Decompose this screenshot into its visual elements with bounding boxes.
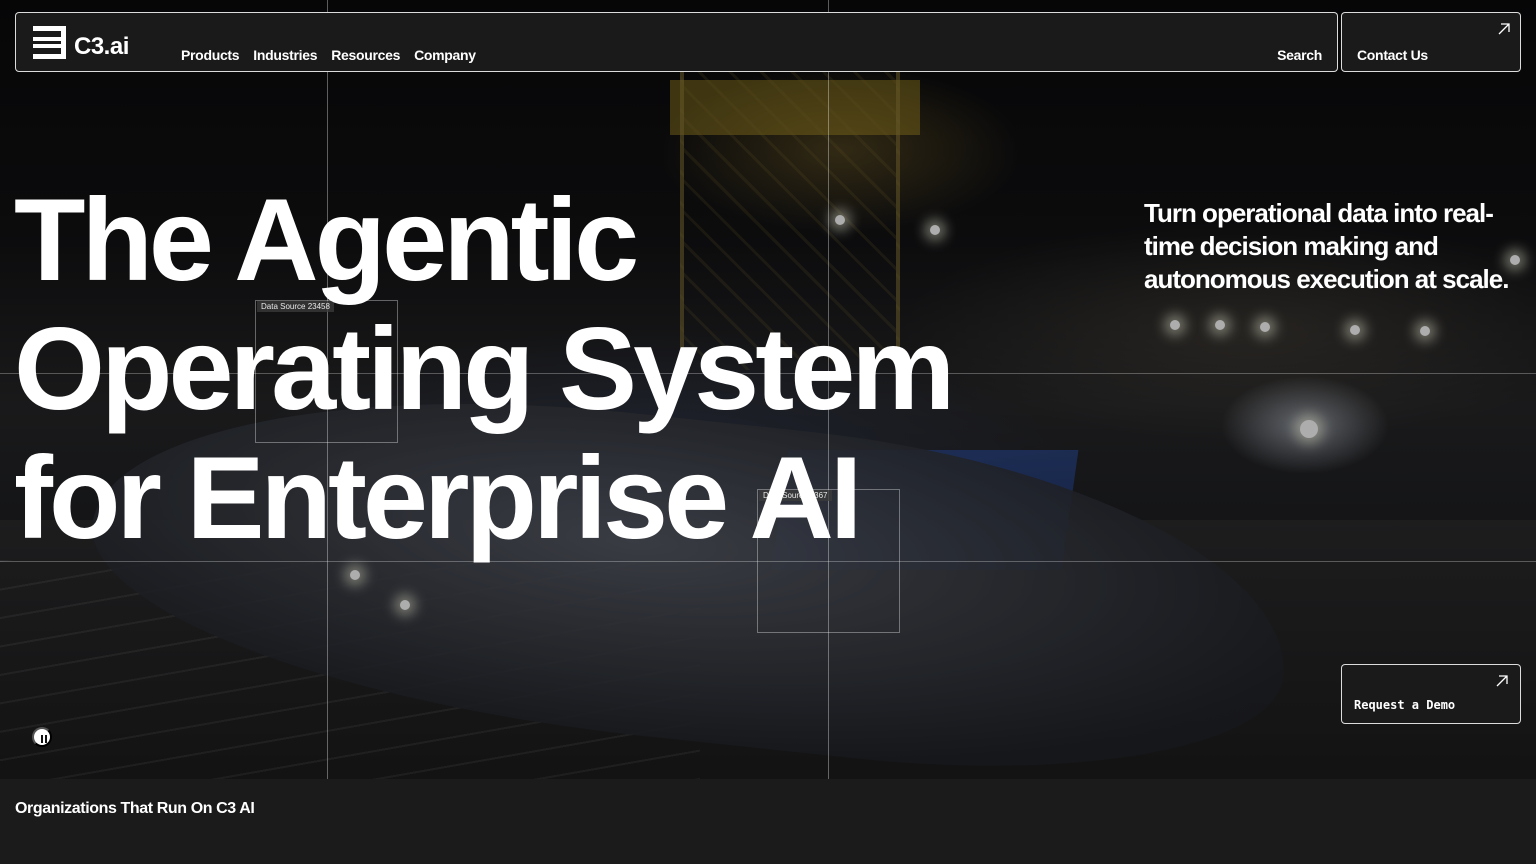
request-demo-button[interactable]: Request a Demo xyxy=(1341,664,1521,724)
c3-logo-icon xyxy=(33,26,66,59)
arrow-up-right-icon xyxy=(1496,675,1508,687)
organizations-title: Organizations That Run On C3 AI xyxy=(15,800,255,817)
request-demo-label: Request a Demo xyxy=(1354,698,1456,712)
nav-resources[interactable]: Resources xyxy=(331,47,400,63)
contact-us-label: Contact Us xyxy=(1357,47,1428,63)
arrow-up-right-icon xyxy=(1498,23,1510,35)
headline-line: The Agentic xyxy=(14,174,639,305)
contact-us-button[interactable]: Contact Us xyxy=(1341,12,1521,72)
headline-line: Operating System xyxy=(14,303,955,434)
nav-bar: C3.ai Products Industries Resources Comp… xyxy=(15,12,1338,72)
hero-subhead: Turn operational data into real-time dec… xyxy=(1144,198,1509,294)
pause-icon[interactable] xyxy=(32,727,52,747)
search-link[interactable]: Search xyxy=(1277,47,1322,63)
primary-nav: Products Industries Resources Company xyxy=(181,47,476,63)
brand-name: C3.ai xyxy=(74,33,129,60)
nav-company[interactable]: Company xyxy=(414,47,476,63)
nav-products[interactable]: Products xyxy=(181,47,240,63)
logo[interactable]: C3.ai xyxy=(31,24,129,61)
headline-line: for Enterprise AI xyxy=(14,432,862,563)
nav-industries[interactable]: Industries xyxy=(253,47,317,63)
hero-headline: The Agentic Operating System for Enterpr… xyxy=(14,175,1014,562)
